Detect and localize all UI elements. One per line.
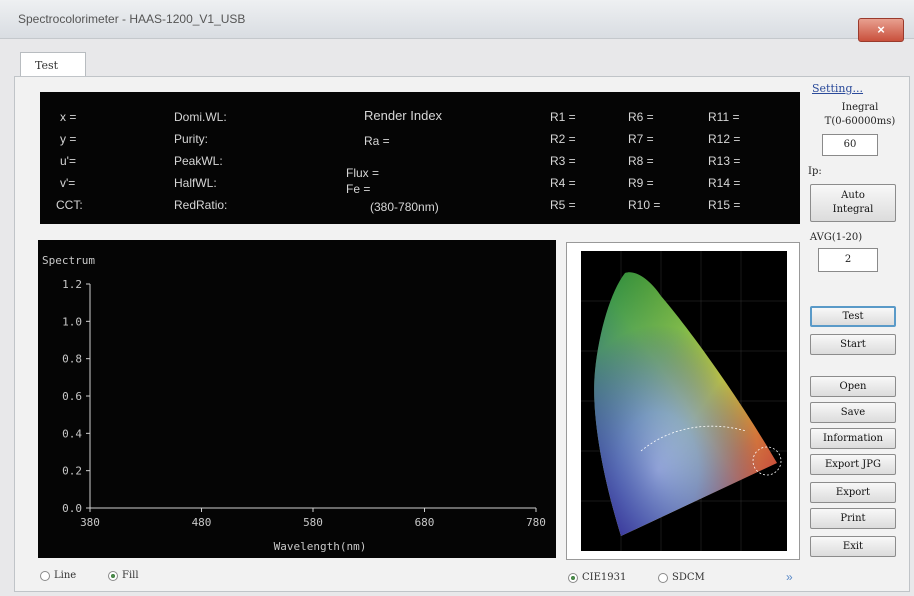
line-radio-label: Line (54, 570, 77, 581)
sdcm-radio[interactable]: SDCM (658, 572, 705, 583)
r12-label: R12 = (708, 132, 741, 146)
x-axis-ticks: 380 480 580 680 780 (80, 508, 546, 529)
chart-title: Spectrum (42, 254, 95, 267)
x-tick-label: 680 (415, 516, 435, 529)
ip-label: Ip: (808, 166, 822, 177)
setting-link[interactable]: Setting... (812, 82, 863, 95)
spectrum-chart-panel: Spectrum 0.0 0.2 0.4 0.6 0.8 1.0 1.2 380 480 580… (38, 240, 556, 558)
fill-radio-label: Fill (122, 570, 139, 581)
dominant-wavelength-label: Domi.WL: (174, 110, 227, 124)
peak-wavelength-label: PeakWL: (174, 154, 223, 168)
expand-more-button[interactable]: » (786, 570, 793, 584)
title-bar: Spectrocolorimeter - HAAS-1200_V1_USB × (0, 0, 914, 42)
red-ratio-label: RedRatio: (174, 198, 228, 212)
app-window: Spectrocolorimeter - HAAS-1200_V1_USB × … (0, 0, 914, 596)
save-button[interactable]: Save (810, 402, 896, 423)
v-prime-label: v'= (60, 176, 76, 190)
render-index-label: Render Index (364, 108, 443, 123)
y-tick-label: 1.2 (62, 278, 82, 291)
auto-integral-label-2: Integral (832, 204, 874, 215)
purity-label: Purity: (174, 132, 209, 146)
spectrum-chart: Spectrum 0.0 0.2 0.4 0.6 0.8 1.0 1.2 380 480 580… (42, 254, 546, 553)
x-axis-label: Wavelength(nm) (274, 540, 367, 553)
r7-label: R7 = (628, 132, 654, 146)
y-tick-label: 0.4 (62, 427, 82, 440)
auto-integral-label-1: Auto (841, 190, 865, 201)
test-button[interactable]: Test (810, 306, 896, 327)
r13-label: R13 = (708, 154, 741, 168)
r10-label: R10 = (628, 198, 661, 212)
avg-label: AVG(1-20) (809, 232, 863, 243)
integral-time-input[interactable]: 60 (822, 134, 878, 156)
x-tick-label: 780 (526, 516, 546, 529)
avg-input[interactable]: 2 (818, 248, 878, 272)
export-button[interactable]: Export (810, 482, 896, 503)
export-jpg-button[interactable]: Export JPG (810, 454, 896, 475)
r4-label: R4 = (550, 176, 576, 190)
y-tick-label: 0.2 (62, 465, 82, 478)
y-tick-label: 0.6 (62, 390, 82, 403)
integral-label-line2: T(0-60000ms) (824, 116, 896, 127)
flux-label: Flux = (346, 166, 380, 180)
y-tick-label: 1.0 (62, 315, 82, 328)
half-wavelength-label: HalfWL: (174, 176, 217, 190)
sdcm-radio-dot[interactable] (658, 572, 668, 583)
window-title: Spectrocolorimeter - HAAS-1200_V1_USB (18, 12, 246, 26)
y-label: y = (60, 132, 77, 146)
close-button[interactable]: × (858, 18, 904, 42)
measurement-info-panel: x = y = u'= v'= CCT: Domi.WL: Purity: Pe… (40, 92, 800, 224)
cie1931-radio[interactable]: CIE1931 (568, 572, 626, 583)
x-tick-label: 480 (192, 516, 212, 529)
start-button[interactable]: Start (810, 334, 896, 355)
u-prime-label: u'= (60, 154, 76, 168)
r6-label: R6 = (628, 110, 654, 124)
exit-button[interactable]: Exit (810, 536, 896, 557)
cie-blue-region (594, 272, 777, 536)
line-radio-dot[interactable] (40, 570, 50, 581)
ra-label: Ra = (364, 134, 390, 148)
r14-label: R14 = (708, 176, 741, 190)
sdcm-radio-label: SDCM (672, 572, 705, 583)
x-label: x = (60, 110, 77, 124)
r8-label: R8 = (628, 154, 654, 168)
r15-label: R15 = (708, 198, 741, 212)
y-tick-label: 0.8 (62, 353, 82, 366)
r1-label: R1 = (550, 110, 576, 124)
auto-integral-button[interactable]: Auto Integral (810, 184, 896, 222)
cct-label: CCT: (56, 198, 83, 212)
integral-label-line1: Inegral (841, 102, 879, 113)
cie1931-radio-dot[interactable] (568, 572, 578, 583)
r3-label: R3 = (550, 154, 576, 168)
fe-label: Fe = (346, 182, 371, 196)
r11-label: R11 = (708, 110, 740, 124)
wavelength-range-label: (380-780nm) (370, 200, 439, 214)
x-tick-label: 580 (303, 516, 323, 529)
r9-label: R9 = (628, 176, 654, 190)
r5-label: R5 = (550, 198, 576, 212)
r2-label: R2 = (550, 132, 576, 146)
line-radio[interactable]: Line (40, 570, 76, 581)
tab-test[interactable]: Test (20, 52, 86, 76)
fill-radio-dot[interactable] (108, 570, 118, 581)
y-axis-ticks: 0.0 0.2 0.4 0.6 0.8 1.0 1.2 (62, 278, 90, 515)
information-button[interactable]: Information (810, 428, 896, 449)
tab-strip: Test (14, 50, 904, 78)
open-button[interactable]: Open (810, 376, 896, 397)
print-button[interactable]: Print (810, 508, 896, 529)
cie1931-radio-label: CIE1931 (582, 572, 627, 583)
cie-diagram (581, 251, 787, 551)
cie-diagram-panel (566, 242, 800, 560)
cie-chromaticity-diagram (581, 251, 787, 551)
y-tick-label: 0.0 (62, 502, 82, 515)
x-tick-label: 380 (80, 516, 100, 529)
fill-radio[interactable]: Fill (108, 570, 139, 581)
